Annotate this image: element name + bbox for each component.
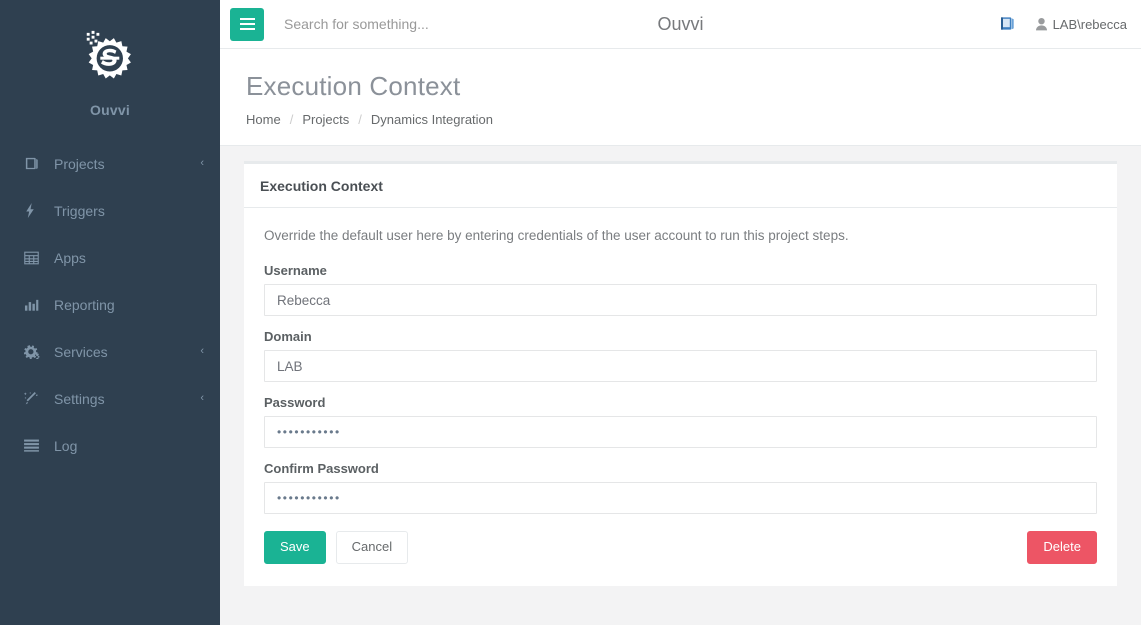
topbar: Ouvvi LAB\rebecca — [220, 0, 1141, 49]
breadcrumb-separator: / — [289, 112, 294, 127]
sidebar-item-triggers[interactable]: Triggers — [0, 187, 220, 234]
user-name: LAB\rebecca — [1052, 16, 1127, 32]
blue-book-icon[interactable] — [999, 16, 1016, 32]
form-group-domain: Domain — [264, 329, 1097, 382]
sidebar-item-label: Reporting — [54, 296, 115, 313]
search-input[interactable] — [284, 9, 584, 39]
form-description: Override the default user here by enteri… — [264, 228, 849, 243]
breadcrumb: Home / Projects / Dynamics Integration — [246, 112, 1115, 127]
form-group-confirm-password: Confirm Password — [264, 461, 1097, 514]
chevron-left-icon: ‹ — [200, 392, 204, 404]
username-label: Username — [264, 263, 327, 278]
user-icon — [1035, 17, 1047, 31]
form-actions: Save Cancel Delete — [264, 531, 1097, 564]
brand-name: Ouvvi — [90, 102, 130, 118]
execution-context-card: Execution Context Override the default u… — [244, 161, 1117, 586]
topbar-right: LAB\rebecca — [999, 16, 1127, 32]
password-field[interactable] — [264, 416, 1097, 448]
gear-s-logo-icon — [79, 28, 141, 90]
gears-icon — [24, 344, 44, 359]
hamburger-bar — [239, 28, 255, 30]
chevron-left-icon: ‹ — [200, 345, 204, 357]
password-label: Password — [264, 395, 326, 410]
card-header: Execution Context — [244, 164, 1117, 208]
sidebar-item-reporting[interactable]: Reporting — [0, 281, 220, 328]
chevron-left-icon: ‹ — [200, 157, 204, 169]
sidebar-item-label: Settings — [54, 390, 105, 407]
save-button[interactable]: Save — [264, 531, 326, 564]
breadcrumb-item-current: Dynamics Integration — [370, 112, 494, 127]
card-body: Override the default user here by enteri… — [244, 208, 1117, 586]
hamburger-bar — [239, 23, 255, 25]
breadcrumb-item-projects[interactable]: Projects — [302, 112, 349, 127]
form-group-password: Password — [264, 395, 1097, 448]
domain-label: Domain — [264, 329, 312, 344]
list-icon — [24, 439, 44, 452]
book-icon — [24, 156, 44, 171]
sidebar-item-settings[interactable]: Settings ‹ — [0, 375, 220, 422]
sidebar-item-label: Log — [54, 437, 78, 454]
sidebar-item-label: Projects — [54, 155, 105, 172]
sidebar-item-projects[interactable]: Projects ‹ — [0, 140, 220, 187]
cancel-button[interactable]: Cancel — [335, 531, 409, 564]
user-menu[interactable]: LAB\rebecca — [1035, 16, 1127, 32]
sidebar-item-label: Services — [54, 343, 108, 360]
bar-chart-icon — [24, 298, 44, 312]
sidebar-item-log[interactable]: Log — [0, 422, 220, 469]
hamburger-bar — [239, 18, 255, 20]
content-area: Execution Context Override the default u… — [220, 146, 1141, 625]
hamburger-icon[interactable] — [230, 7, 264, 41]
confirm-password-field[interactable] — [264, 482, 1097, 514]
confirm-password-label: Confirm Password — [264, 461, 379, 476]
bolt-icon — [24, 203, 44, 218]
domain-field[interactable] — [264, 350, 1097, 382]
page-header: Execution Context Home / Projects / Dyna… — [220, 49, 1141, 146]
brand-block[interactable]: Ouvvi — [0, 0, 220, 140]
sidebar-item-label: Apps — [54, 249, 86, 266]
card-title: Execution Context — [260, 178, 383, 194]
username-field[interactable] — [264, 284, 1097, 316]
main-area: Ouvvi LAB\rebecca Execution Context H — [220, 0, 1141, 625]
magic-wand-icon — [24, 391, 44, 406]
sidebar-item-services[interactable]: Services ‹ — [0, 328, 220, 375]
page-title: Execution Context — [246, 71, 461, 101]
form-group-username: Username — [264, 263, 1097, 316]
sidebar-item-label: Triggers — [54, 202, 105, 219]
delete-button[interactable]: Delete — [1027, 531, 1097, 564]
sidebar: Ouvvi Projects ‹ Triggers Apps Reporting… — [0, 0, 220, 625]
sidebar-nav: Projects ‹ Triggers Apps Reporting Servi… — [0, 140, 220, 469]
breadcrumb-separator: / — [358, 112, 362, 127]
breadcrumb-item-home[interactable]: Home — [246, 112, 281, 127]
table-icon — [24, 251, 44, 265]
sidebar-item-apps[interactable]: Apps — [0, 234, 220, 281]
